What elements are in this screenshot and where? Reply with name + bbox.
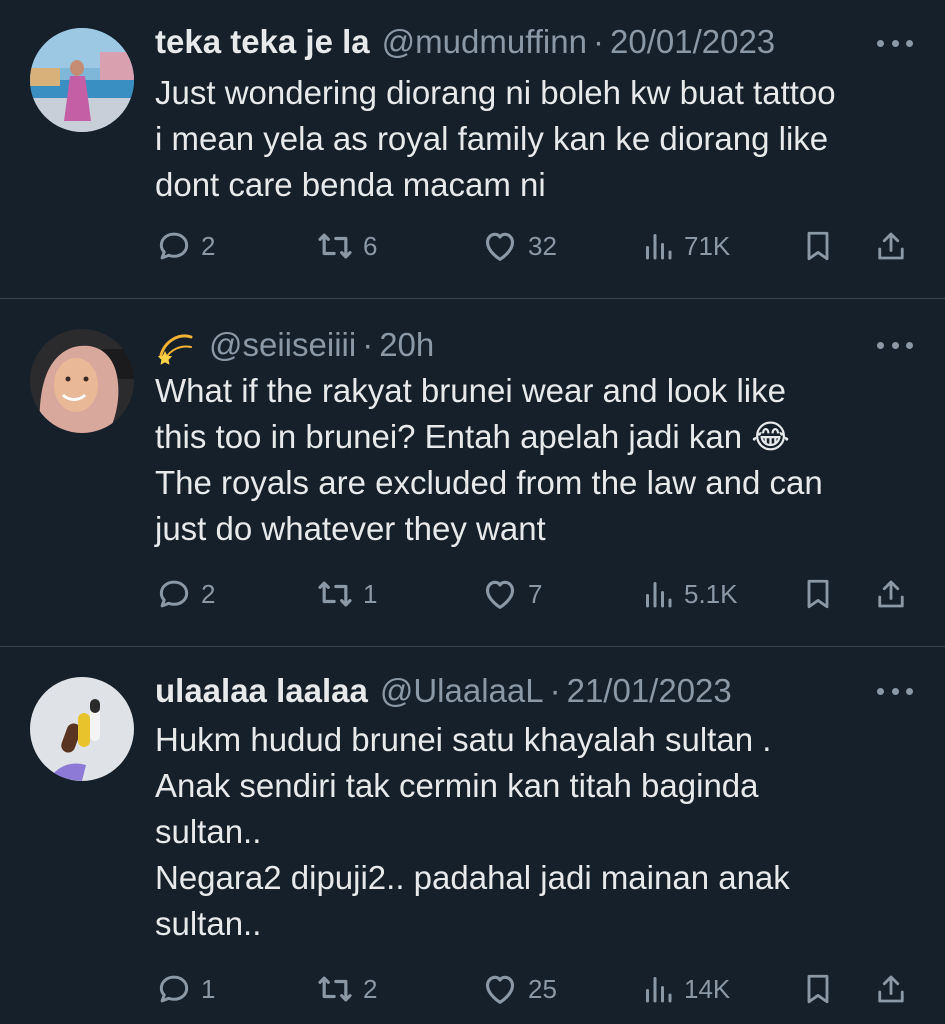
display-name[interactable] (155, 325, 195, 365)
retweet-icon (315, 574, 355, 614)
display-name[interactable]: teka teka je la (155, 20, 370, 64)
tweet-text-line: dont care benda macam ni (155, 166, 546, 203)
views-icon (640, 576, 676, 612)
share-icon (873, 576, 909, 612)
bookmark-icon (800, 576, 836, 612)
share-button[interactable] (873, 574, 909, 614)
tweet-actions: 2 1 7 5.1K (155, 574, 915, 614)
like-button[interactable]: 32 (480, 226, 557, 266)
like-count: 32 (528, 230, 557, 261)
share-icon (873, 971, 909, 1007)
dizzy-emoji-icon (157, 334, 193, 365)
heart-icon (480, 226, 520, 266)
bookmark-button[interactable] (800, 574, 836, 614)
avatar[interactable] (30, 677, 134, 781)
views-icon (640, 228, 676, 264)
retweet-button[interactable]: 6 (315, 226, 377, 266)
user-handle[interactable]: @UlaalaaL (380, 669, 544, 713)
tweet-text-line: Negara2 dipuji2.. padahal jadi mainan an… (155, 859, 790, 896)
reply-button[interactable]: 1 (155, 969, 215, 1009)
share-icon (873, 228, 909, 264)
like-button[interactable]: 25 (480, 969, 557, 1009)
heart-icon (480, 969, 520, 1009)
reply-count: 2 (201, 230, 216, 261)
view-count: 14K (684, 973, 731, 1004)
tweet-text-line: The royals are excluded from the law and… (155, 464, 823, 501)
tweet-date[interactable]: 20h (379, 323, 434, 367)
tweet[interactable]: @seiiseiiii · 20h What if the rakyat bru… (0, 299, 945, 645)
tweet-text-line: sultan.. (155, 905, 262, 942)
retweet-button[interactable]: 1 (315, 574, 377, 614)
reply-icon (155, 575, 193, 613)
retweet-count: 6 (363, 230, 378, 261)
separator-dot: · (362, 326, 374, 363)
views-button[interactable]: 5.1K (640, 574, 738, 614)
tweet[interactable]: teka teka je la @mudmuffinn · 20/01/2023… (0, 0, 945, 298)
views-button[interactable]: 14K (640, 969, 730, 1009)
tweet-text: Just wondering diorang ni boleh kw buat … (155, 70, 915, 208)
bookmark-button[interactable] (800, 226, 836, 266)
retweet-count: 1 (363, 578, 378, 609)
share-button[interactable] (873, 226, 909, 266)
reply-icon (155, 970, 193, 1008)
view-count: 71K (684, 230, 731, 261)
tweet-header: @seiiseiiii · 20h (155, 323, 855, 367)
tweet-feed: teka teka je la @mudmuffinn · 20/01/2023… (0, 0, 945, 1024)
separator-dot: · (592, 23, 604, 60)
tweet-date[interactable]: 21/01/2023 (567, 669, 732, 713)
reply-count: 2 (201, 578, 216, 609)
more-icon[interactable] (877, 685, 913, 697)
tweet-text: What if the rakyat brunei wear and look … (155, 368, 915, 552)
more-icon[interactable] (877, 339, 913, 351)
separator-dot: · (549, 672, 561, 709)
retweet-icon (315, 226, 355, 266)
reply-count: 1 (201, 973, 216, 1004)
reply-button[interactable]: 2 (155, 574, 215, 614)
tweet-text-line: What if the rakyat brunei wear and look … (155, 372, 786, 409)
like-count: 7 (528, 578, 543, 609)
tweet-header: teka teka je la @mudmuffinn · 20/01/2023 (155, 20, 855, 64)
views-icon (640, 971, 676, 1007)
tweet-header: ulaalaa laalaa @UlaalaaL · 21/01/2023 (155, 669, 855, 713)
view-count: 5.1K (684, 578, 738, 609)
heart-icon (480, 574, 520, 614)
tweet-text-line: Just wondering diorang ni boleh kw buat … (155, 74, 836, 111)
tweet-text-line: Hukm hudud brunei satu khayalah sultan . (155, 721, 772, 758)
like-count: 25 (528, 973, 557, 1004)
views-button[interactable]: 71K (640, 226, 730, 266)
retweet-button[interactable]: 2 (315, 969, 377, 1009)
reply-button[interactable]: 2 (155, 226, 215, 266)
reply-icon (155, 227, 193, 265)
bookmark-button[interactable] (800, 969, 836, 1009)
like-button[interactable]: 7 (480, 574, 542, 614)
avatar[interactable] (30, 28, 134, 132)
avatar[interactable] (30, 329, 134, 433)
retweet-icon (315, 969, 355, 1009)
tweet-text-line: Anak sendiri tak cermin kan titah bagind… (155, 767, 759, 804)
tweet-text-line: this too in brunei? Entah apelah jadi ka… (155, 418, 790, 455)
share-button[interactable] (873, 969, 909, 1009)
tweet-actions: 2 6 32 71K (155, 226, 915, 266)
tweet-text-line: i mean yela as royal family kan ke diora… (155, 120, 829, 157)
tweet-actions: 1 2 25 14K (155, 969, 915, 1009)
tweet-date[interactable]: 20/01/2023 (610, 20, 775, 64)
bookmark-icon (800, 971, 836, 1007)
retweet-count: 2 (363, 973, 378, 1004)
more-icon[interactable] (877, 37, 913, 49)
user-handle[interactable]: @mudmuffinn (382, 20, 587, 64)
tweet-text: Hukm hudud brunei satu khayalah sultan .… (155, 717, 915, 947)
tweet-text-line: just do whatever they want (155, 510, 546, 547)
display-name[interactable]: ulaalaa laalaa (155, 669, 368, 713)
bookmark-icon (800, 228, 836, 264)
tweet[interactable]: ulaalaa laalaa @UlaalaaL · 21/01/2023 Hu… (0, 647, 945, 1024)
user-handle[interactable]: @seiiseiiii (209, 323, 356, 367)
tweet-text-line: sultan.. (155, 813, 262, 850)
